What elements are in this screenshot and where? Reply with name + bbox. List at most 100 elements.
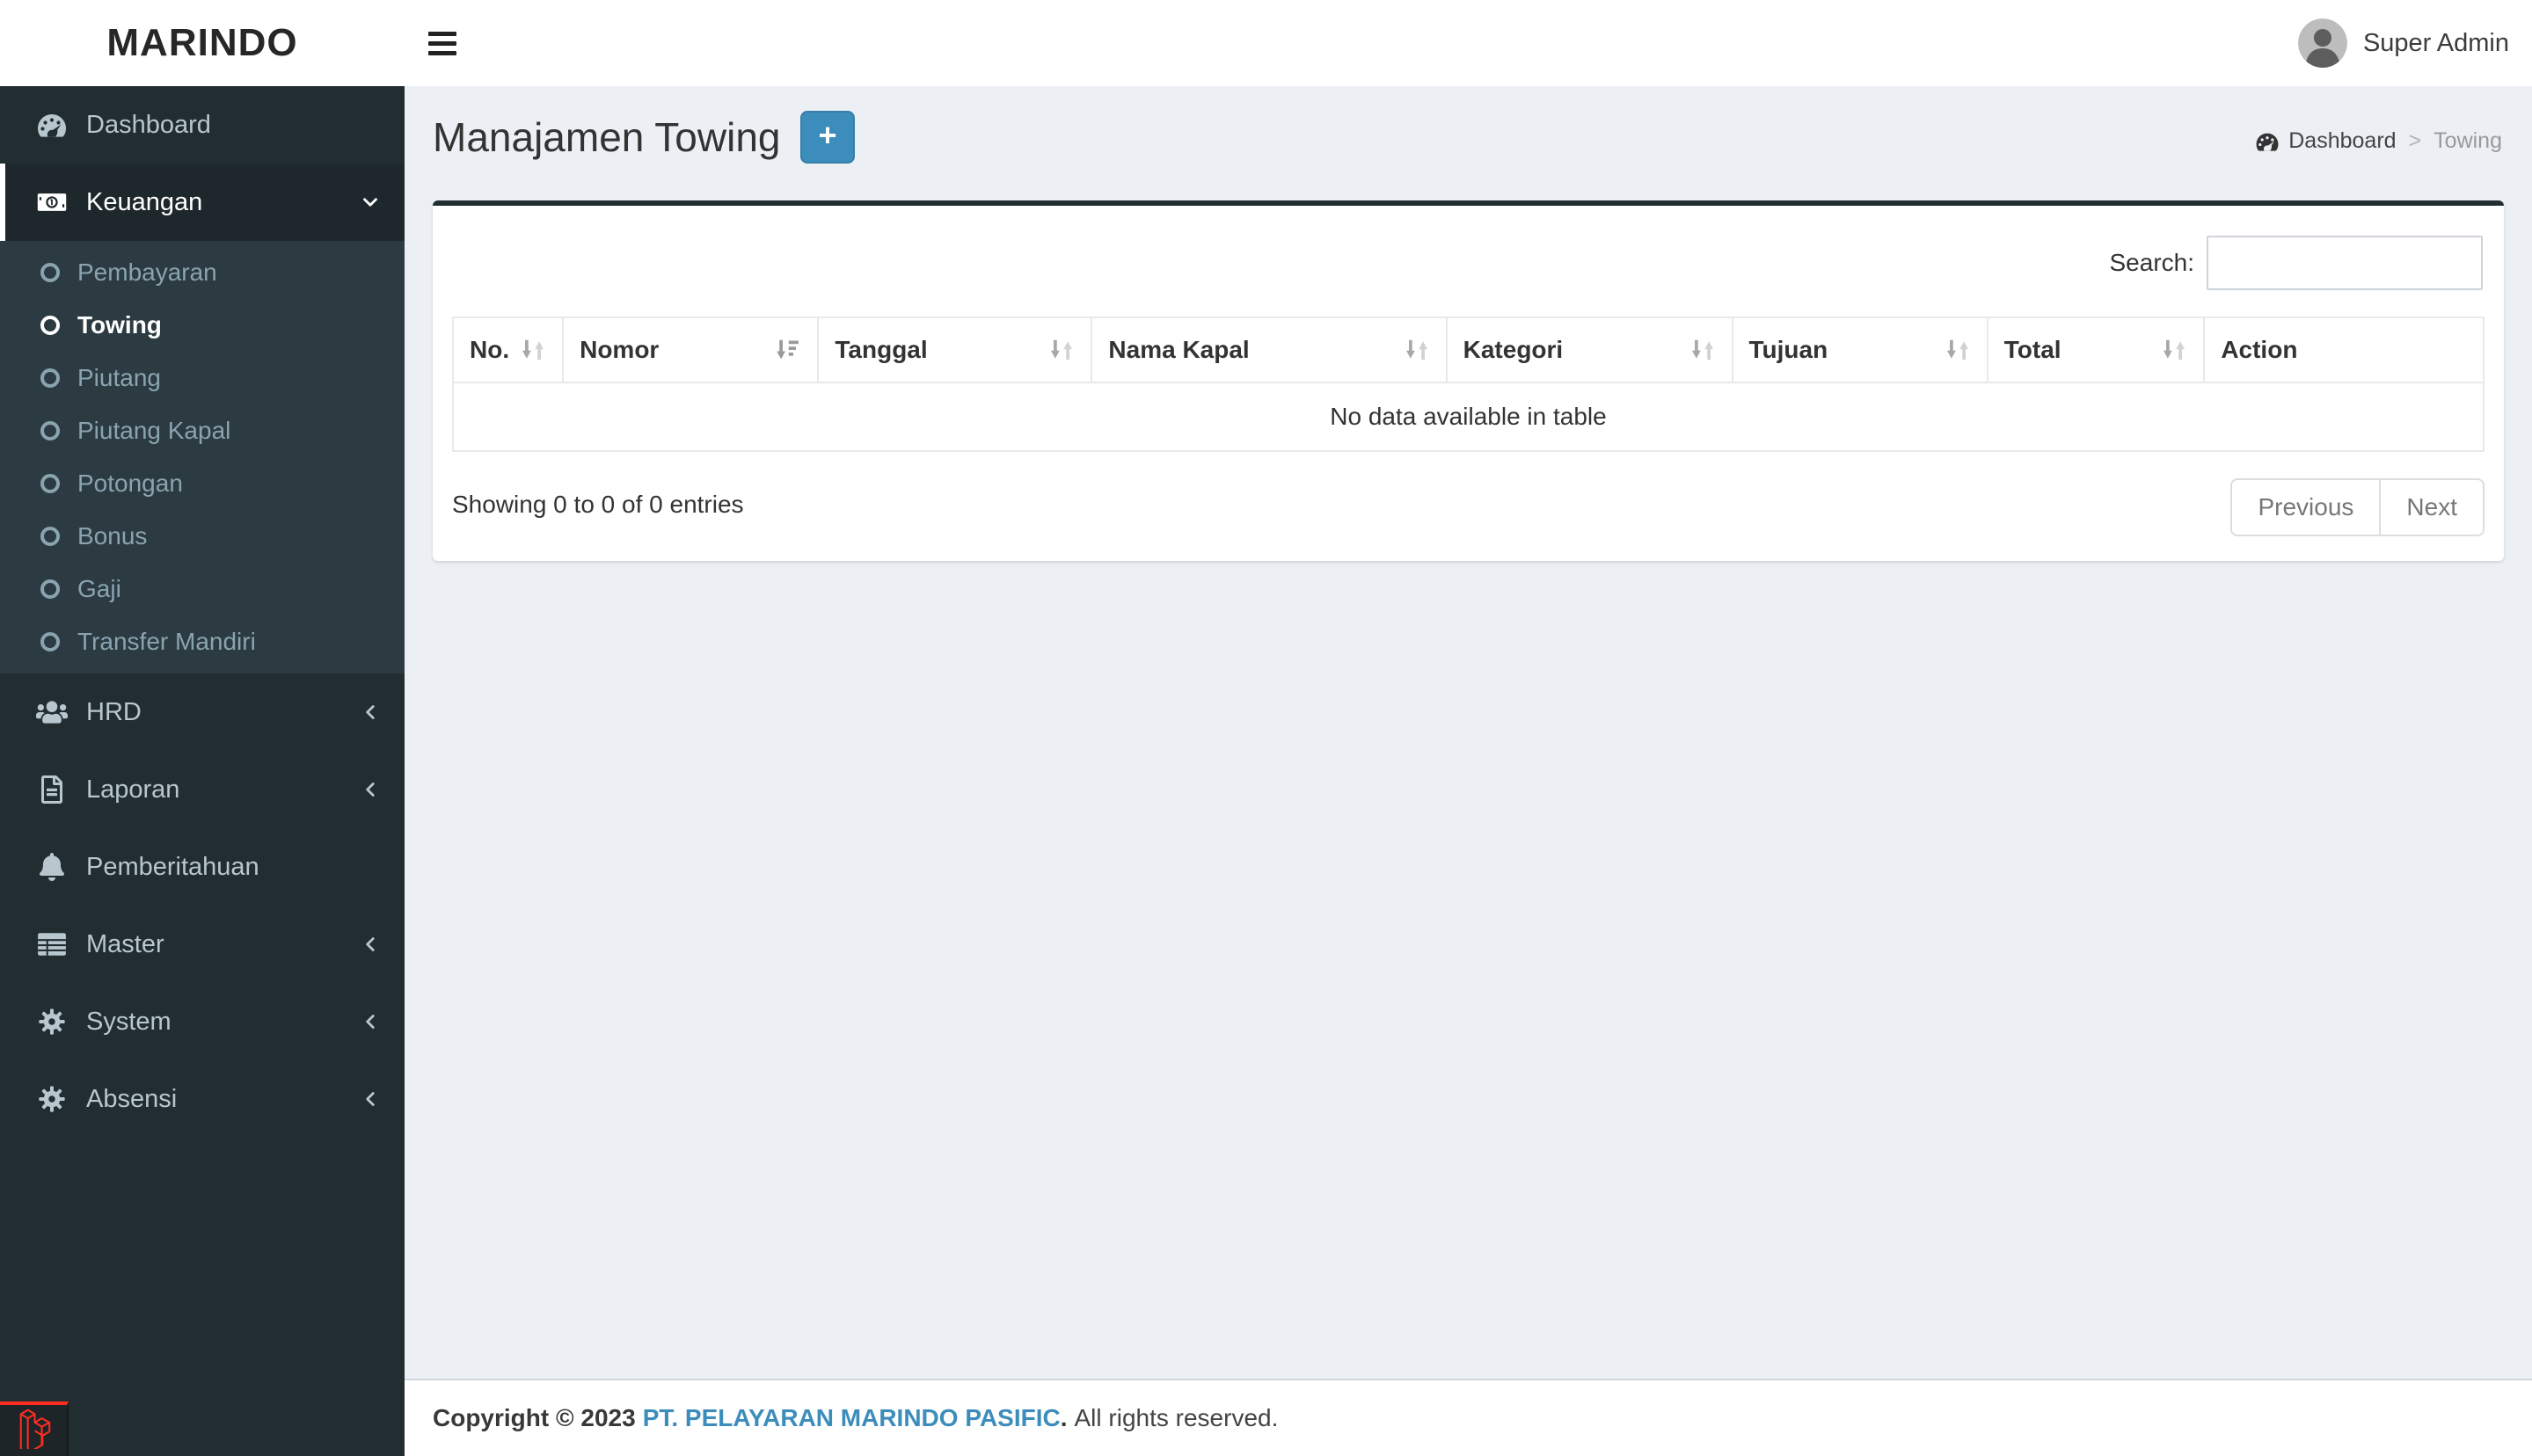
sidebar-item-hrd[interactable]: HRD xyxy=(0,673,405,751)
previous-button[interactable]: Previous xyxy=(2230,478,2382,536)
chevron-left-icon xyxy=(359,1010,382,1033)
sort-both-icon xyxy=(1048,337,1075,363)
circle-icon xyxy=(40,579,60,599)
search-row: Search: xyxy=(452,236,2483,290)
sidebar-submenu-keuangan: Pembayaran Towing Piutang Piutang Kapal Poto… xyxy=(0,241,405,673)
avatar xyxy=(2297,18,2347,68)
sidebar-item-master[interactable]: Master xyxy=(0,906,405,983)
sidebar-subitem-transfer-mandiri[interactable]: Transfer Mandiri xyxy=(0,615,405,668)
chevron-down-icon xyxy=(359,191,382,214)
sidebar: MARINDO Dashboard Keuangan Pembayaran Towin… xyxy=(0,0,405,1456)
sidebar-item-laporan[interactable]: Laporan xyxy=(0,751,405,828)
breadcrumb: Dashboard > Towing xyxy=(2255,128,2502,154)
sidebar-toggle-button[interactable] xyxy=(405,0,480,86)
copyright-text: Copyright © 2023 xyxy=(433,1404,636,1431)
pagination: Previous Next xyxy=(2230,478,2485,536)
user-menu[interactable]: Super Admin xyxy=(2297,0,2509,86)
sort-both-icon xyxy=(520,337,546,363)
chevron-left-icon xyxy=(359,701,382,724)
submenu-item-label: Potongan xyxy=(77,470,183,497)
sidebar-menu: Dashboard Keuangan Pembayaran Towing Piutang… xyxy=(0,86,405,1138)
company-link[interactable]: PT. PELAYARAN MARINDO PASIFIC xyxy=(643,1404,1061,1432)
column-header-total[interactable]: Total xyxy=(1986,317,2206,383)
content-wrapper: Super Admin Manajamen Towing + Dashboard… xyxy=(405,0,2532,1456)
content-header: Manajamen Towing + Dashboard > Towing xyxy=(433,111,2504,174)
sidebar-subitem-bonus[interactable]: Bonus xyxy=(0,510,405,563)
towing-table: No. Nomor Tanggal Nama Kapal Kategori Tujuan T… xyxy=(451,317,2485,452)
sidebar-item-absensi[interactable]: Absensi xyxy=(0,1060,405,1138)
table-footer: Showing 0 to 0 of 0 entries Previous Nex… xyxy=(452,478,2485,536)
sort-desc-icon xyxy=(775,337,801,363)
sidebar-item-system[interactable]: System xyxy=(0,983,405,1060)
sort-both-icon xyxy=(1689,337,1716,363)
brand-logo[interactable]: MARINDO xyxy=(0,0,405,86)
empty-message: No data available in table xyxy=(452,382,2485,452)
gauge-icon xyxy=(26,111,77,139)
users-icon xyxy=(26,698,77,726)
sidebar-subitem-piutang-kapal[interactable]: Piutang Kapal xyxy=(0,404,405,457)
column-header-nama-kapal[interactable]: Nama Kapal xyxy=(1091,317,1448,383)
gear-icon xyxy=(26,1085,77,1113)
app-root: MARINDO Dashboard Keuangan Pembayaran Towin… xyxy=(0,0,2532,1456)
money-bill-icon xyxy=(26,188,77,216)
chevron-left-icon xyxy=(359,1088,382,1110)
column-header-tanggal[interactable]: Tanggal xyxy=(817,317,1093,383)
laravel-debugbar-button[interactable] xyxy=(0,1401,69,1456)
sidebar-item-label: Pemberitahuan xyxy=(86,852,259,881)
sidebar-item-label: Dashboard xyxy=(86,110,211,139)
sidebar-subitem-gaji[interactable]: Gaji xyxy=(0,563,405,615)
column-header-kategori[interactable]: Kategori xyxy=(1445,317,1733,383)
sort-both-icon xyxy=(1404,337,1430,363)
table-row: No data available in table xyxy=(452,382,2485,452)
sidebar-item-label: Absensi xyxy=(86,1084,178,1113)
sidebar-item-pemberitahuan[interactable]: Pemberitahuan xyxy=(0,828,405,906)
sidebar-subitem-potongan[interactable]: Potongan xyxy=(0,457,405,510)
column-header-no[interactable]: No. xyxy=(451,317,565,383)
circle-icon xyxy=(40,474,60,493)
sidebar-item-label: HRD xyxy=(86,697,142,726)
table-icon xyxy=(26,930,77,958)
circle-icon xyxy=(40,368,60,388)
rights-text: All rights reserved. xyxy=(1074,1404,1279,1431)
laravel-icon xyxy=(13,1409,54,1454)
circle-icon xyxy=(40,316,60,335)
footer: Copyright © 2023 PT. PELAYARAN MARINDO P… xyxy=(405,1379,2532,1456)
sidebar-item-label: Keuangan xyxy=(86,187,203,216)
column-header-nomor[interactable]: Nomor xyxy=(562,317,820,383)
file-icon xyxy=(26,775,77,804)
add-button[interactable]: + xyxy=(799,111,855,164)
main-content: Manajamen Towing + Dashboard > Towing Se… xyxy=(405,86,2532,1379)
chevron-left-icon xyxy=(359,933,382,956)
submenu-item-label: Pembayaran xyxy=(77,258,217,286)
breadcrumb-separator: > xyxy=(2408,128,2422,153)
sort-both-icon xyxy=(1945,337,1971,363)
sidebar-item-dashboard[interactable]: Dashboard xyxy=(0,86,405,164)
company-suffix: . xyxy=(1060,1404,1068,1431)
towing-panel: Search: No. Nomor Tanggal Nama Kapal Kategor… xyxy=(433,200,2504,561)
sort-both-icon xyxy=(2161,337,2187,363)
column-header-tujuan[interactable]: Tujuan xyxy=(1731,317,1988,383)
search-label: Search: xyxy=(2109,249,2195,276)
next-button[interactable]: Next xyxy=(2381,478,2485,536)
chevron-left-icon xyxy=(359,778,382,801)
submenu-item-label: Towing xyxy=(77,311,162,339)
circle-icon xyxy=(40,527,60,546)
top-navbar: Super Admin xyxy=(405,0,2532,86)
column-header-action: Action xyxy=(2203,317,2485,383)
circle-icon xyxy=(40,421,60,440)
breadcrumb-dashboard-link[interactable]: Dashboard xyxy=(2255,128,2397,154)
submenu-item-label: Transfer Mandiri xyxy=(77,628,256,655)
sidebar-item-label: System xyxy=(86,1007,171,1036)
gear-icon xyxy=(26,1008,77,1036)
sidebar-subitem-piutang[interactable]: Piutang xyxy=(0,352,405,404)
submenu-item-label: Bonus xyxy=(77,522,148,550)
circle-icon xyxy=(40,632,60,652)
sidebar-item-keuangan[interactable]: Keuangan xyxy=(0,164,405,241)
sidebar-subitem-pembayaran[interactable]: Pembayaran xyxy=(0,246,405,299)
user-name: Super Admin xyxy=(2362,28,2509,57)
submenu-item-label: Gaji xyxy=(77,575,121,602)
sidebar-subitem-towing[interactable]: Towing xyxy=(0,299,405,352)
search-input[interactable] xyxy=(2207,236,2483,290)
gauge-icon xyxy=(2256,133,2279,151)
sidebar-item-label: Laporan xyxy=(86,775,180,804)
